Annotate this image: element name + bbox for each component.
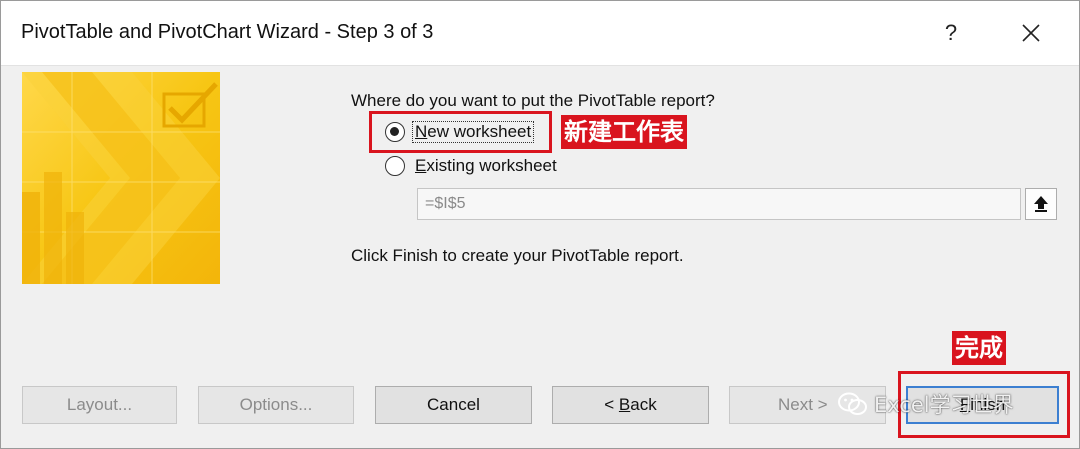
title-bar: PivotTable and PivotChart Wizard - Step …: [1, 1, 1079, 66]
layout-button[interactable]: Layout...: [22, 386, 177, 424]
existing-worksheet-label[interactable]: Existing worksheet: [413, 156, 559, 176]
collapse-dialog-icon: [1034, 196, 1048, 212]
wizard-illustration-icon: [22, 72, 220, 284]
location-reference-input[interactable]: =$I$5: [417, 188, 1021, 220]
options-button[interactable]: Options...: [198, 386, 354, 424]
watermark-text: Excel学习世界: [874, 393, 1014, 417]
collapse-dialog-button[interactable]: [1025, 188, 1057, 220]
dialog-title: PivotTable and PivotChart Wizard - Step …: [21, 21, 434, 43]
new-worksheet-annotation: 新建工作表: [561, 115, 687, 149]
help-button[interactable]: ?: [931, 13, 971, 53]
placement-prompt: Where do you want to put the PivotTable …: [351, 91, 715, 110]
existing-worksheet-radio[interactable]: [385, 156, 405, 176]
back-prefix: <: [604, 395, 619, 414]
back-text: ack: [630, 395, 657, 414]
existing-worksheet-text: xisting worksheet: [426, 156, 557, 175]
new-worksheet-highlight: [369, 111, 552, 153]
existing-worksheet-accel: E: [415, 156, 427, 175]
wechat-logo-icon: [838, 392, 867, 415]
close-button[interactable]: [1011, 13, 1051, 53]
watermark: Excel学习世界: [838, 386, 1014, 422]
finish-annotation: 完成: [952, 331, 1006, 365]
finish-instruction: Click Finish to create your PivotTable r…: [351, 246, 684, 265]
back-accel: B: [618, 395, 631, 414]
existing-worksheet-option[interactable]: Existing worksheet: [385, 154, 559, 178]
back-button[interactable]: < Back: [552, 386, 709, 424]
cancel-button[interactable]: Cancel: [375, 386, 532, 424]
close-icon: [1022, 24, 1040, 42]
